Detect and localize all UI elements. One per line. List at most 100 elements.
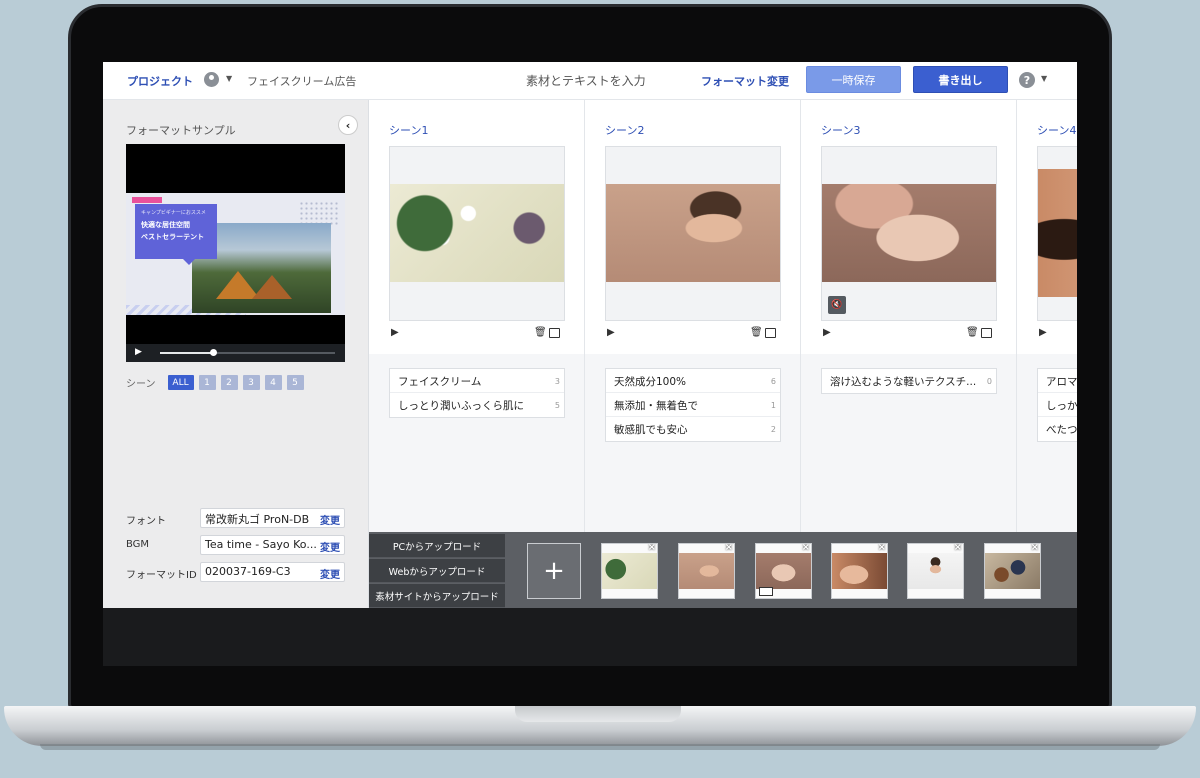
play-icon[interactable]: ▶ bbox=[135, 347, 142, 357]
play-icon[interactable]: ▶ bbox=[607, 327, 615, 338]
scene-filter: シーン ALL 1 2 3 4 5 bbox=[126, 375, 304, 390]
text-item[interactable]: 溶け込むような軽いテクスチ... 0 bbox=[822, 369, 996, 393]
text-count: 1 bbox=[768, 401, 776, 410]
text-item[interactable]: べたつ bbox=[1038, 417, 1077, 441]
trash-icon[interactable]: 🗑 bbox=[966, 327, 979, 338]
project-name: フェイスクリーム広告 bbox=[247, 75, 357, 88]
panel-title: フォーマットサンプル bbox=[126, 124, 236, 137]
project-menu[interactable]: プロジェクト bbox=[127, 73, 193, 89]
scene-media-slot[interactable] bbox=[1037, 146, 1077, 321]
app-header: プロジェクト ▼ フェイスクリーム広告 素材とテキストを入力 フォーマット変更 … bbox=[103, 62, 1077, 100]
remove-icon[interactable]: × bbox=[802, 544, 810, 553]
add-asset-button[interactable]: + bbox=[527, 543, 581, 599]
caption-line-1: 快適な居住空間 bbox=[141, 221, 190, 229]
user-avatar-icon[interactable] bbox=[204, 72, 219, 87]
font-label: フォント bbox=[126, 516, 166, 527]
upload-from-pc-button[interactable]: PCからアップロード bbox=[369, 534, 505, 558]
chevron-down-icon[interactable]: ▼ bbox=[1041, 74, 1047, 83]
seek-handle[interactable] bbox=[209, 349, 217, 356]
export-button[interactable]: 書き出し bbox=[913, 66, 1008, 93]
scene-media-slot[interactable] bbox=[389, 146, 565, 321]
app-screen: プロジェクト ▼ フェイスクリーム広告 素材とテキストを入力 フォーマット変更 … bbox=[103, 62, 1077, 608]
text-item[interactable]: しっとり潤いふっくら肌に 5 bbox=[390, 393, 564, 417]
cream-photo bbox=[390, 184, 564, 282]
asset-thumbnail[interactable]: × bbox=[907, 543, 964, 599]
woman-photo bbox=[606, 184, 780, 282]
text-item[interactable]: 天然成分100% 6 bbox=[606, 369, 780, 393]
scene-media-slot[interactable]: 🔇 bbox=[821, 146, 997, 321]
chevron-down-icon[interactable]: ▼ bbox=[226, 74, 232, 83]
asset-thumbnail[interactable]: × bbox=[601, 543, 658, 599]
scene-pill-5[interactable]: 5 bbox=[286, 375, 304, 390]
scene-pill-all[interactable]: ALL bbox=[167, 375, 194, 390]
asset-thumbnail[interactable]: × bbox=[678, 543, 735, 599]
scene-column-4: シーン4 ▶ アロマ しっか べたつ bbox=[1017, 100, 1077, 532]
scene-pill-4[interactable]: 4 bbox=[264, 375, 282, 390]
text-value: 天然成分100% bbox=[614, 376, 687, 388]
seek-bar[interactable] bbox=[160, 349, 335, 356]
format-id-change-link[interactable]: 変更 bbox=[318, 566, 340, 581]
scene-pill-1[interactable]: 1 bbox=[198, 375, 216, 390]
text-item[interactable]: 敏感肌でも安心 2 bbox=[606, 417, 780, 441]
video-preview[interactable]: キャンプビギナーにおススメ 快適な居住空間 ベストセラーテント ▶ bbox=[126, 144, 345, 362]
text-item[interactable]: アロマ bbox=[1038, 369, 1077, 393]
trash-icon[interactable]: 🗑 bbox=[534, 327, 547, 338]
mute-icon[interactable]: 🔇 bbox=[828, 296, 846, 314]
scene-media-slot[interactable] bbox=[605, 146, 781, 321]
scene-pill-3[interactable]: 3 bbox=[242, 375, 260, 390]
caption-line-2: ベストセラーテント bbox=[141, 233, 205, 241]
asset-thumbnail[interactable]: × bbox=[984, 543, 1041, 599]
text-value: しっとり潤いふっくら肌に bbox=[398, 400, 524, 412]
caption-card: キャンプビギナーにおススメ 快適な居住空間 ベストセラーテント bbox=[135, 204, 217, 265]
tent-shape bbox=[252, 275, 292, 299]
remove-icon[interactable]: × bbox=[878, 544, 886, 553]
massage-photo bbox=[1038, 169, 1077, 297]
remove-icon[interactable]: × bbox=[648, 544, 656, 553]
play-icon[interactable]: ▶ bbox=[823, 327, 831, 338]
edit-icon[interactable] bbox=[765, 328, 776, 338]
caption-small: キャンプビギナーにおススメ bbox=[141, 210, 206, 216]
format-id-field: 020037-169-C3 変更 bbox=[200, 562, 345, 582]
laptop-notch bbox=[515, 706, 681, 722]
text-item[interactable]: 無添加・無着色で 1 bbox=[606, 393, 780, 417]
format-change-link[interactable]: フォーマット変更 bbox=[701, 73, 789, 89]
bgm-field: Tea time - Sayo Ko... 変更 bbox=[200, 535, 345, 555]
trash-icon[interactable]: 🗑 bbox=[750, 327, 763, 338]
text-value: しっか bbox=[1046, 400, 1077, 412]
seek-progress bbox=[160, 352, 213, 354]
edit-icon[interactable] bbox=[549, 328, 560, 338]
text-count: 6 bbox=[768, 377, 776, 386]
upload-from-web-button[interactable]: Webからアップロード bbox=[369, 559, 505, 583]
edit-icon[interactable] bbox=[981, 328, 992, 338]
temp-save-button[interactable]: 一時保存 bbox=[806, 66, 901, 93]
bgm-change-link[interactable]: 変更 bbox=[318, 539, 340, 554]
text-item[interactable]: しっか bbox=[1038, 393, 1077, 417]
asset-thumbnail[interactable]: × bbox=[755, 543, 812, 599]
scene-filter-label: シーン bbox=[126, 379, 156, 390]
scene-title: シーン1 bbox=[389, 124, 429, 137]
text-value: フェイスクリーム bbox=[398, 376, 482, 388]
text-item[interactable]: フェイスクリーム 3 bbox=[390, 369, 564, 393]
remove-icon[interactable]: × bbox=[1031, 544, 1039, 553]
play-icon[interactable]: ▶ bbox=[391, 327, 399, 338]
play-icon[interactable]: ▶ bbox=[1039, 327, 1047, 338]
remove-icon[interactable]: × bbox=[725, 544, 733, 553]
page-title: 素材とテキストを入力 bbox=[526, 74, 646, 88]
asset-thumbnail[interactable]: × bbox=[831, 543, 888, 599]
text-count: 2 bbox=[768, 425, 776, 434]
video-badge-icon bbox=[759, 587, 773, 596]
scene-pill-2[interactable]: 2 bbox=[220, 375, 238, 390]
collapse-icon[interactable]: ‹ bbox=[338, 115, 358, 135]
help-icon[interactable]: ? bbox=[1019, 72, 1035, 88]
upload-from-stock-button[interactable]: 素材サイトからアップロード bbox=[369, 584, 505, 608]
text-value: アロマ bbox=[1046, 376, 1077, 388]
scene-column-2: シーン2 ▶ 🗑 天然成分100% 6 無添加・無着色で 1 敏感肌でも安心 2 bbox=[585, 100, 801, 532]
font-change-link[interactable]: 変更 bbox=[318, 512, 340, 527]
remove-icon[interactable]: × bbox=[954, 544, 962, 553]
font-field: 常改新丸ゴ ProN-DB 変更 bbox=[200, 508, 345, 528]
format-id-label: フォーマットID bbox=[126, 570, 197, 581]
scene-column-1: シーン1 ▶ 🗑 フェイスクリーム 3 しっとり潤いふっくら肌に 5 bbox=[369, 100, 585, 532]
text-value: 溶け込むような軽いテクスチ... bbox=[830, 376, 977, 388]
text-value: 敏感肌でも安心 bbox=[614, 424, 688, 436]
bgm-value: Tea time - Sayo Ko... bbox=[205, 538, 317, 551]
